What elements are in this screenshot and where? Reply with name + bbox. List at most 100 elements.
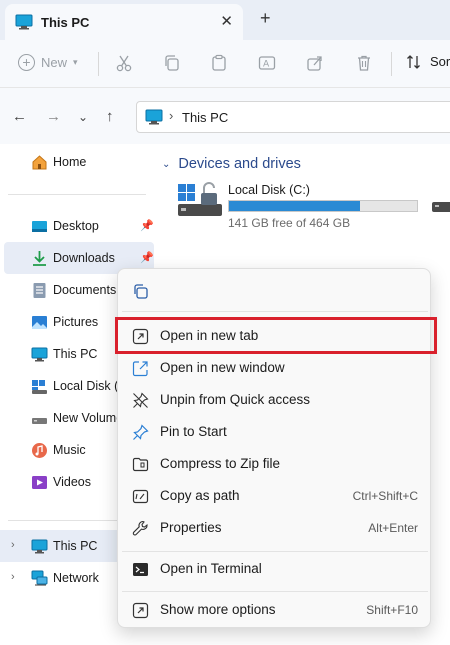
chevron-down-icon: ⌄ xyxy=(162,158,171,170)
drive-icon xyxy=(32,418,47,424)
music-icon xyxy=(32,443,47,458)
menu-item-properties[interactable]: Properties Alt+Enter xyxy=(122,512,428,544)
devices-and-drives-header[interactable]: ⌄ Devices and drives xyxy=(162,156,301,172)
menu-item-label: Unpin from Quick access xyxy=(160,392,311,407)
breadcrumb-this-pc[interactable]: This PC xyxy=(182,110,228,125)
toolbar-divider xyxy=(98,52,99,76)
sort-button[interactable]: Sor xyxy=(406,54,450,70)
menu-item-pin-to-start[interactable]: Pin to Start xyxy=(122,416,428,448)
chevron-right-icon[interactable]: › xyxy=(11,571,15,583)
videos-icon xyxy=(32,476,47,489)
new-tab-button[interactable]: + xyxy=(260,8,271,29)
sort-label: Sor xyxy=(430,54,450,69)
drive-local-disk-c[interactable]: Local Disk (C:) 141 GB free of 464 GB xyxy=(178,180,438,230)
drive-icon xyxy=(32,380,47,394)
breadcrumb-separator[interactable]: › xyxy=(169,108,173,123)
share-icon[interactable] xyxy=(306,54,324,72)
sort-icon xyxy=(407,55,420,69)
section-title: Devices and drives xyxy=(178,156,301,172)
copy-icon[interactable] xyxy=(132,283,149,300)
new-button-label: New xyxy=(41,55,68,70)
more-options-icon xyxy=(132,602,149,619)
sidebar-item-label: Downloads xyxy=(53,251,115,265)
home-icon xyxy=(32,155,47,170)
rename-icon[interactable]: A xyxy=(258,54,276,72)
new-button[interactable]: + New ▾ xyxy=(18,54,78,71)
pc-icon xyxy=(31,539,48,554)
pc-icon xyxy=(31,347,48,362)
delete-icon[interactable] xyxy=(355,54,373,72)
menu-item-open-terminal[interactable]: Open in Terminal xyxy=(122,553,428,585)
pin-icon[interactable]: 📌 xyxy=(140,219,154,232)
pc-icon xyxy=(145,109,163,125)
navigation-row: ← → ⌄ ↑ › This PC xyxy=(0,88,450,144)
drive-free-space: 141 GB free of 464 GB xyxy=(228,216,351,230)
tab-title: This PC xyxy=(41,15,90,30)
paste-icon[interactable] xyxy=(210,54,228,72)
address-bar[interactable]: › This PC xyxy=(136,101,450,133)
title-bar: This PC ✕ + xyxy=(0,0,450,40)
documents-icon xyxy=(33,283,46,298)
cut-icon[interactable] xyxy=(115,54,133,72)
menu-item-compress-zip[interactable]: Compress to Zip file xyxy=(122,448,428,480)
drive-usage-fill xyxy=(229,201,360,211)
menu-item-label: Properties xyxy=(160,520,222,535)
menu-item-label: Copy as path xyxy=(160,488,240,503)
pin-icon xyxy=(133,424,149,440)
drive-usage-bar xyxy=(228,200,418,212)
annotation-highlight-box xyxy=(115,317,437,354)
sidebar-item-label: This PC xyxy=(53,347,98,361)
drive-name: Local Disk (C:) xyxy=(228,183,310,197)
menu-item-show-more-options[interactable]: Show more options Shift+F10 xyxy=(122,594,428,626)
terminal-icon xyxy=(133,563,148,576)
close-tab-icon[interactable]: ✕ xyxy=(220,12,233,30)
sidebar-divider xyxy=(8,194,146,195)
sidebar-item-label: Videos xyxy=(53,475,91,489)
menu-separator xyxy=(122,551,428,552)
sidebar-item-label: Music xyxy=(53,443,86,457)
tab-this-pc[interactable]: This PC ✕ xyxy=(5,4,243,40)
pc-icon xyxy=(15,14,33,30)
plus-icon: + xyxy=(18,54,35,71)
menu-item-label: Show more options xyxy=(160,602,276,617)
sidebar-item-desktop[interactable]: Desktop 📌 xyxy=(0,210,156,242)
svg-text:A: A xyxy=(263,60,270,70)
pictures-icon xyxy=(32,316,47,329)
menu-item-shortcut: Alt+Enter xyxy=(368,521,418,535)
network-icon xyxy=(31,570,48,586)
command-bar: + New ▾ A Sor xyxy=(0,40,450,88)
copy-path-icon xyxy=(132,489,149,504)
download-icon xyxy=(33,251,46,266)
drive-c-icon xyxy=(178,182,222,216)
pin-icon[interactable]: 📌 xyxy=(140,251,154,264)
forward-arrow-icon[interactable]: → xyxy=(46,108,61,125)
copy-icon[interactable] xyxy=(163,54,181,72)
recent-locations-chevron-icon[interactable]: ⌄ xyxy=(78,110,88,124)
sidebar-item-label: Home xyxy=(53,155,87,169)
sidebar-item-label: Pictures xyxy=(53,315,99,329)
menu-item-label: Pin to Start xyxy=(160,424,227,439)
zip-icon xyxy=(132,457,149,472)
open-new-window-icon xyxy=(132,361,148,377)
menu-item-label: Open in Terminal xyxy=(160,561,262,576)
menu-item-open-new-window[interactable]: Open in new window xyxy=(122,352,428,384)
chevron-right-icon[interactable]: › xyxy=(11,539,15,551)
menu-item-label: Open in new window xyxy=(160,360,285,375)
menu-item-unpin-quick-access[interactable]: Unpin from Quick access xyxy=(122,384,428,416)
sidebar-item-label: This PC xyxy=(53,539,98,553)
menu-item-shortcut: Shift+F10 xyxy=(366,603,418,617)
sidebar-item-home[interactable]: Home xyxy=(0,146,156,178)
menu-item-shortcut: Ctrl+Shift+C xyxy=(352,489,418,503)
menu-item-copy-as-path[interactable]: Copy as path Ctrl+Shift+C xyxy=(122,480,428,512)
back-arrow-icon[interactable]: ← xyxy=(12,108,27,125)
sidebar-item-label: New Volume xyxy=(53,411,124,425)
menu-item-label: Compress to Zip file xyxy=(160,456,281,471)
up-arrow-icon[interactable]: ↑ xyxy=(106,108,114,125)
chevron-down-icon: ▾ xyxy=(73,57,78,67)
sidebar-item-label: Desktop xyxy=(53,219,99,233)
menu-separator xyxy=(122,311,428,312)
drive-icon[interactable] xyxy=(432,194,450,216)
unpin-icon xyxy=(133,392,149,408)
toolbar-divider xyxy=(391,52,392,76)
desktop-icon xyxy=(32,221,47,232)
